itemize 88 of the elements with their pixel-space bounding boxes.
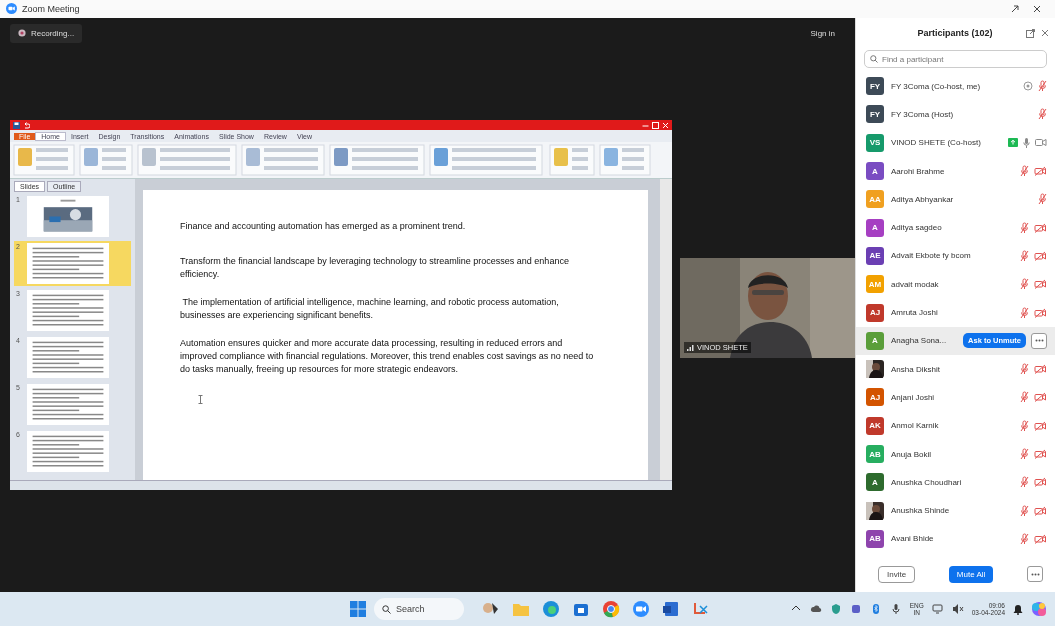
more-button[interactable] (1027, 566, 1043, 582)
avatar: AJ (866, 303, 884, 322)
copilot-icon[interactable] (1031, 601, 1047, 617)
participant-row[interactable]: Ansha Dikshit (856, 354, 1055, 384)
participant-name: Anagha Sona... (891, 336, 948, 346)
close-icon[interactable] (1041, 28, 1049, 37)
avatar: A (866, 218, 884, 237)
invite-button[interactable]: Invite (878, 565, 916, 583)
avatar: FY (866, 77, 884, 96)
zoom-icon[interactable] (632, 600, 650, 618)
participant-name: Anushka Shinde (891, 506, 951, 516)
bell-icon[interactable] (1013, 603, 1023, 615)
participant-name: FY 3Coma (Host) (891, 109, 955, 119)
participant-row[interactable]: VS VINOD SHETE (Co-host) (856, 128, 1055, 157)
participant-name: Advait Ekbote fy bcom (891, 251, 972, 261)
participant-row[interactable]: AB Avani Bhide (856, 524, 1055, 554)
close-icon[interactable] (1033, 5, 1041, 13)
recording-indicator[interactable]: Recording... (10, 23, 83, 43)
avatar: AE (866, 246, 884, 265)
search-icon (382, 604, 391, 614)
participant-name: Aditya sagdeo (891, 223, 943, 233)
avatar: AA (866, 190, 884, 209)
avatar: AB (866, 529, 884, 548)
recording-icon (18, 29, 26, 37)
avatar: AB (866, 445, 884, 463)
maximize-icon[interactable] (652, 121, 659, 129)
participant-name: Anjani Joshi (891, 392, 936, 402)
participant-row[interactable]: FY FY 3Coma (Co-host, me) (856, 72, 1055, 101)
undo-icon[interactable] (23, 121, 30, 129)
search-field[interactable]: Search (374, 598, 464, 620)
participant-name: Ansha Dikshit (891, 364, 941, 374)
text-cursor-icon (198, 395, 203, 404)
slide-paragraph: Finance and accounting automation has emerged as a prominent trend. (180, 220, 467, 233)
participant-row[interactable]: AK Anmol Karnik (856, 411, 1055, 440)
participant-row[interactable]: AB Anuja Bokil (856, 439, 1055, 469)
participant-row[interactable]: AA Aditya Abhyankar (856, 185, 1055, 214)
participant-name: Avani Bhide (891, 534, 935, 544)
participant-name: Amruta Joshi (891, 308, 939, 317)
participant-name: Anmol Karnik (891, 421, 940, 431)
document-icon[interactable] (662, 600, 680, 618)
cloud-icon[interactable] (809, 603, 822, 615)
slide-paragraph: Transform the financial landscape by leveraging technology to streamline processes and enhance efficiency. (180, 255, 570, 281)
window-title: Zoom Meeting (22, 4, 81, 14)
avatar: VS (866, 133, 884, 152)
panel-title: Participants (102) (916, 28, 994, 38)
scrollbar[interactable] (660, 179, 672, 480)
signal-icon (687, 344, 694, 351)
avatar: A (866, 162, 884, 181)
slide-paragraph: The implementation of artificial intelligence, machine learning, and robotic process automation, businesses are experiencing significant benefits. (180, 296, 560, 322)
avatar: A (866, 331, 884, 350)
participant-name: Aditya Abhyankar (891, 194, 955, 204)
slide-paragraph: Automation ensures quicker and more accurate data processing, resulting in reduced errors and improved compliance with financial regulations. Moreover, this trend enables cost savings as no need to do tasks manually, freeing up resources for more strategic endeavors. (180, 337, 595, 376)
participant-row[interactable]: A Aditya sagdeo (856, 213, 1055, 242)
participant-row[interactable]: A Aarohi Brahme (856, 156, 1055, 186)
avatar: AK (866, 416, 884, 435)
participant-row[interactable]: A Anushka Choudhari (856, 468, 1055, 497)
mic-icon[interactable] (889, 603, 902, 615)
chrome-icon[interactable] (602, 600, 620, 618)
more-icon (1034, 339, 1044, 343)
search-icon (870, 55, 878, 63)
avatar: A (866, 473, 884, 492)
participant-name: Anuja Bokil (891, 449, 933, 459)
participant-row[interactable]: AM advait modak (856, 270, 1055, 299)
avatar: AJ (866, 388, 884, 407)
avatar: FY (866, 105, 884, 124)
sign-in-link[interactable]: Sign in (810, 28, 835, 38)
participant-row[interactable]: AE Advait Ekbote fy bcom (856, 241, 1055, 271)
search-field[interactable]: Find a participant (864, 50, 1047, 68)
avatar: AM (866, 275, 884, 294)
participant-row[interactable]: FY FY 3Coma (Host) (856, 100, 1055, 129)
search-label: Search (396, 604, 425, 614)
participant-row[interactable]: AJ Amruta Joshi (856, 298, 1055, 327)
more-button[interactable] (1031, 332, 1047, 349)
participant-name: Anushka Choudhari (891, 477, 963, 487)
recording-label: Recording... (31, 28, 75, 38)
participant-row[interactable]: AJ Anjani Joshi (856, 383, 1055, 412)
participant-name: Aarohi Brahme (891, 166, 946, 176)
shield-icon[interactable] (829, 603, 842, 615)
participant-name: FY 3Coma (Co-host, me) (891, 81, 982, 91)
save-icon[interactable] (13, 121, 20, 129)
participant-name: advait modak (891, 279, 940, 289)
participant-name: VINOD SHETE (Co-host) (891, 138, 982, 148)
speaker-icon[interactable] (951, 603, 964, 615)
pop-out-icon[interactable] (1026, 28, 1035, 38)
mute-all-button[interactable]: Mute All (948, 565, 994, 583)
participant-row[interactable]: Anushka Shinde (856, 496, 1055, 525)
browser-icon[interactable] (542, 600, 560, 618)
more-icon (1030, 572, 1040, 576)
